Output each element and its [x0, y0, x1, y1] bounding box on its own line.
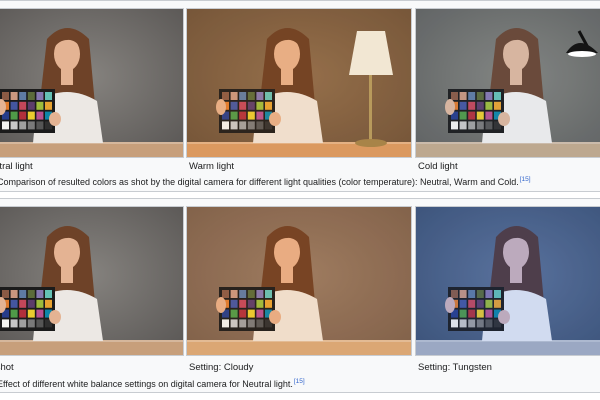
photo-setting-tungsten[interactable] [415, 206, 600, 356]
caption-warm-light: Warm light [189, 161, 235, 172]
caption-neutral-light: Neutral light [0, 161, 33, 172]
gallery-light-quality: Neutral light Warm light Cold light Comp… [0, 0, 600, 200]
reference-link[interactable]: [15] [294, 378, 305, 385]
reference-link[interactable]: [15] [520, 176, 531, 183]
gallery-white-balance: As shot Setting: Cloudy Setting: Tungste… [0, 198, 600, 400]
gallery-caption: Effect of different white balance settin… [0, 378, 305, 389]
photo-warm-light[interactable] [186, 8, 412, 158]
caption-cold-light: Cold light [418, 161, 458, 172]
photo-as-shot[interactable] [0, 206, 184, 356]
gallery-caption: Comparison of resulted colors as shot by… [0, 176, 531, 187]
caption-as-shot: As shot [0, 362, 14, 373]
photo-cold-light[interactable] [415, 8, 600, 158]
caption-setting-tungsten: Setting: Tungsten [418, 362, 492, 373]
photo-neutral-light[interactable] [0, 8, 184, 158]
gallery-caption-text: Comparison of resulted colors as shot by… [0, 177, 519, 187]
photo-setting-cloudy[interactable] [186, 206, 412, 356]
gallery-caption-text: Effect of different white balance settin… [0, 379, 293, 389]
caption-setting-cloudy: Setting: Cloudy [189, 362, 254, 373]
